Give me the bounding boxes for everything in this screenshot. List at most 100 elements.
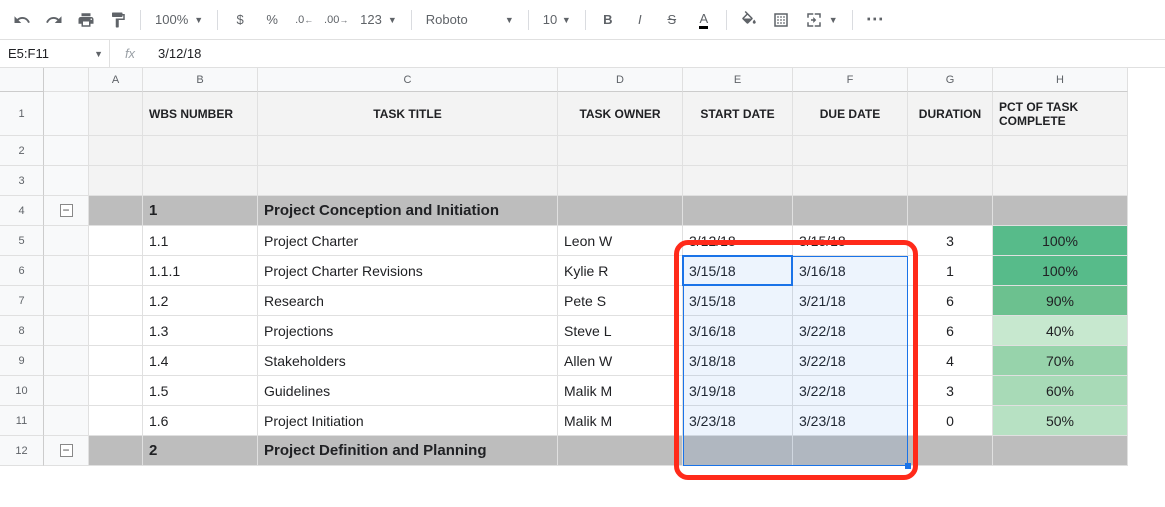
cell[interactable]	[993, 196, 1128, 226]
col-header-B[interactable]: B	[143, 68, 258, 92]
merge-cells-button[interactable]: ▼	[799, 6, 844, 34]
cell-pct[interactable]: 40%	[993, 316, 1128, 346]
borders-button[interactable]	[767, 6, 795, 34]
cell-owner[interactable]: Leon W	[558, 226, 683, 256]
cell[interactable]	[908, 166, 993, 196]
col-header-C[interactable]: C	[258, 68, 558, 92]
increase-decimal-button[interactable]: .00→	[322, 6, 350, 34]
cell-owner[interactable]: Kylie R	[558, 256, 683, 286]
cell-start[interactable]: 3/18/18	[683, 346, 793, 376]
cell-wbs[interactable]: 1.4	[143, 346, 258, 376]
cell[interactable]	[993, 166, 1128, 196]
cell-title[interactable]: Project Charter Revisions	[258, 256, 558, 286]
bold-button[interactable]: B	[594, 6, 622, 34]
col-header-E[interactable]: E	[683, 68, 793, 92]
cell-wbs[interactable]: 1.1.1	[143, 256, 258, 286]
cell-wbs[interactable]: 1.6	[143, 406, 258, 436]
cell[interactable]	[558, 166, 683, 196]
text-color-button[interactable]: A	[690, 6, 718, 34]
cell[interactable]	[683, 166, 793, 196]
cell-due-header[interactable]: DUE DATE	[793, 92, 908, 136]
cell-owner[interactable]: Allen W	[558, 346, 683, 376]
cell-pct-header[interactable]: PCT OF TASK COMPLETE	[993, 92, 1128, 136]
cell-start[interactable]: 3/15/18	[683, 256, 793, 286]
more-button[interactable]: ⋯	[861, 6, 889, 34]
cell[interactable]	[908, 196, 993, 226]
cell-dur[interactable]: 3	[908, 226, 993, 256]
cell[interactable]	[89, 436, 143, 466]
cell[interactable]	[793, 166, 908, 196]
cell[interactable]	[89, 316, 143, 346]
cell-dur[interactable]: 0	[908, 406, 993, 436]
cell-pct[interactable]: 100%	[993, 226, 1128, 256]
cell-pct[interactable]: 70%	[993, 346, 1128, 376]
cell[interactable]	[683, 136, 793, 166]
cell[interactable]	[89, 166, 143, 196]
cell[interactable]	[89, 286, 143, 316]
cell-title[interactable]: Research	[258, 286, 558, 316]
currency-button[interactable]: $	[226, 6, 254, 34]
cell-wbs[interactable]: 1.2	[143, 286, 258, 316]
cell[interactable]	[143, 166, 258, 196]
cell[interactable]	[89, 346, 143, 376]
cell[interactable]	[89, 136, 143, 166]
row-header[interactable]: 5	[0, 226, 44, 256]
zoom-dropdown[interactable]: 100%▼	[149, 6, 209, 34]
cell-wbs[interactable]: 1.5	[143, 376, 258, 406]
cell-start[interactable]: 3/12/18	[683, 226, 793, 256]
cell-title-header[interactable]: TASK TITLE	[258, 92, 558, 136]
cell[interactable]	[993, 436, 1128, 466]
font-dropdown[interactable]: Roboto▼	[420, 6, 520, 34]
redo-button[interactable]	[40, 6, 68, 34]
undo-button[interactable]	[8, 6, 36, 34]
cell-owner[interactable]: Steve L	[558, 316, 683, 346]
cell[interactable]	[143, 136, 258, 166]
cell-pct[interactable]: 100%	[993, 256, 1128, 286]
select-all-corner[interactable]	[0, 68, 44, 92]
cell-start[interactable]: 3/15/18	[683, 286, 793, 316]
paint-format-button[interactable]	[104, 6, 132, 34]
cell[interactable]	[908, 136, 993, 166]
cell-wbs[interactable]: 1.3	[143, 316, 258, 346]
cell-wbs[interactable]: 1.1	[143, 226, 258, 256]
cell-dur[interactable]: 6	[908, 286, 993, 316]
row-header[interactable]: 11	[0, 406, 44, 436]
cell[interactable]	[793, 436, 908, 466]
cell[interactable]	[993, 136, 1128, 166]
cell[interactable]	[793, 196, 908, 226]
cell-dur[interactable]: 6	[908, 316, 993, 346]
cell-start[interactable]: 3/23/18	[683, 406, 793, 436]
cell[interactable]	[558, 436, 683, 466]
section-title[interactable]: Project Definition and Planning	[258, 436, 558, 466]
row-header[interactable]: 12	[0, 436, 44, 466]
cell-due[interactable]: 3/22/18	[793, 376, 908, 406]
cell[interactable]	[89, 376, 143, 406]
cell-dur[interactable]: 4	[908, 346, 993, 376]
row-header[interactable]: 4	[0, 196, 44, 226]
cell-duration-header[interactable]: DURATION	[908, 92, 993, 136]
cell-pct[interactable]: 50%	[993, 406, 1128, 436]
col-header-H[interactable]: H	[993, 68, 1128, 92]
cell[interactable]	[89, 92, 143, 136]
cell-owner[interactable]: Malik M	[558, 376, 683, 406]
cell-pct[interactable]: 90%	[993, 286, 1128, 316]
col-header-D[interactable]: D	[558, 68, 683, 92]
print-button[interactable]	[72, 6, 100, 34]
cell-due[interactable]: 3/15/18	[793, 226, 908, 256]
row-header[interactable]: 8	[0, 316, 44, 346]
cell-due[interactable]: 3/16/18	[793, 256, 908, 286]
cell-title[interactable]: Stakeholders	[258, 346, 558, 376]
cell[interactable]	[89, 256, 143, 286]
name-box[interactable]: E5:F11 ▼	[0, 40, 110, 68]
cell[interactable]	[683, 196, 793, 226]
cell[interactable]	[89, 406, 143, 436]
cell[interactable]	[89, 196, 143, 226]
cell[interactable]	[258, 166, 558, 196]
group-toggle[interactable]: −	[44, 196, 89, 226]
cell-due[interactable]: 3/22/18	[793, 346, 908, 376]
cell-wbs-header[interactable]: WBS NUMBER	[143, 92, 258, 136]
cell-due[interactable]: 3/23/18	[793, 406, 908, 436]
strikethrough-button[interactable]: S	[658, 6, 686, 34]
row-header[interactable]: 7	[0, 286, 44, 316]
decrease-decimal-button[interactable]: .0←	[290, 6, 318, 34]
